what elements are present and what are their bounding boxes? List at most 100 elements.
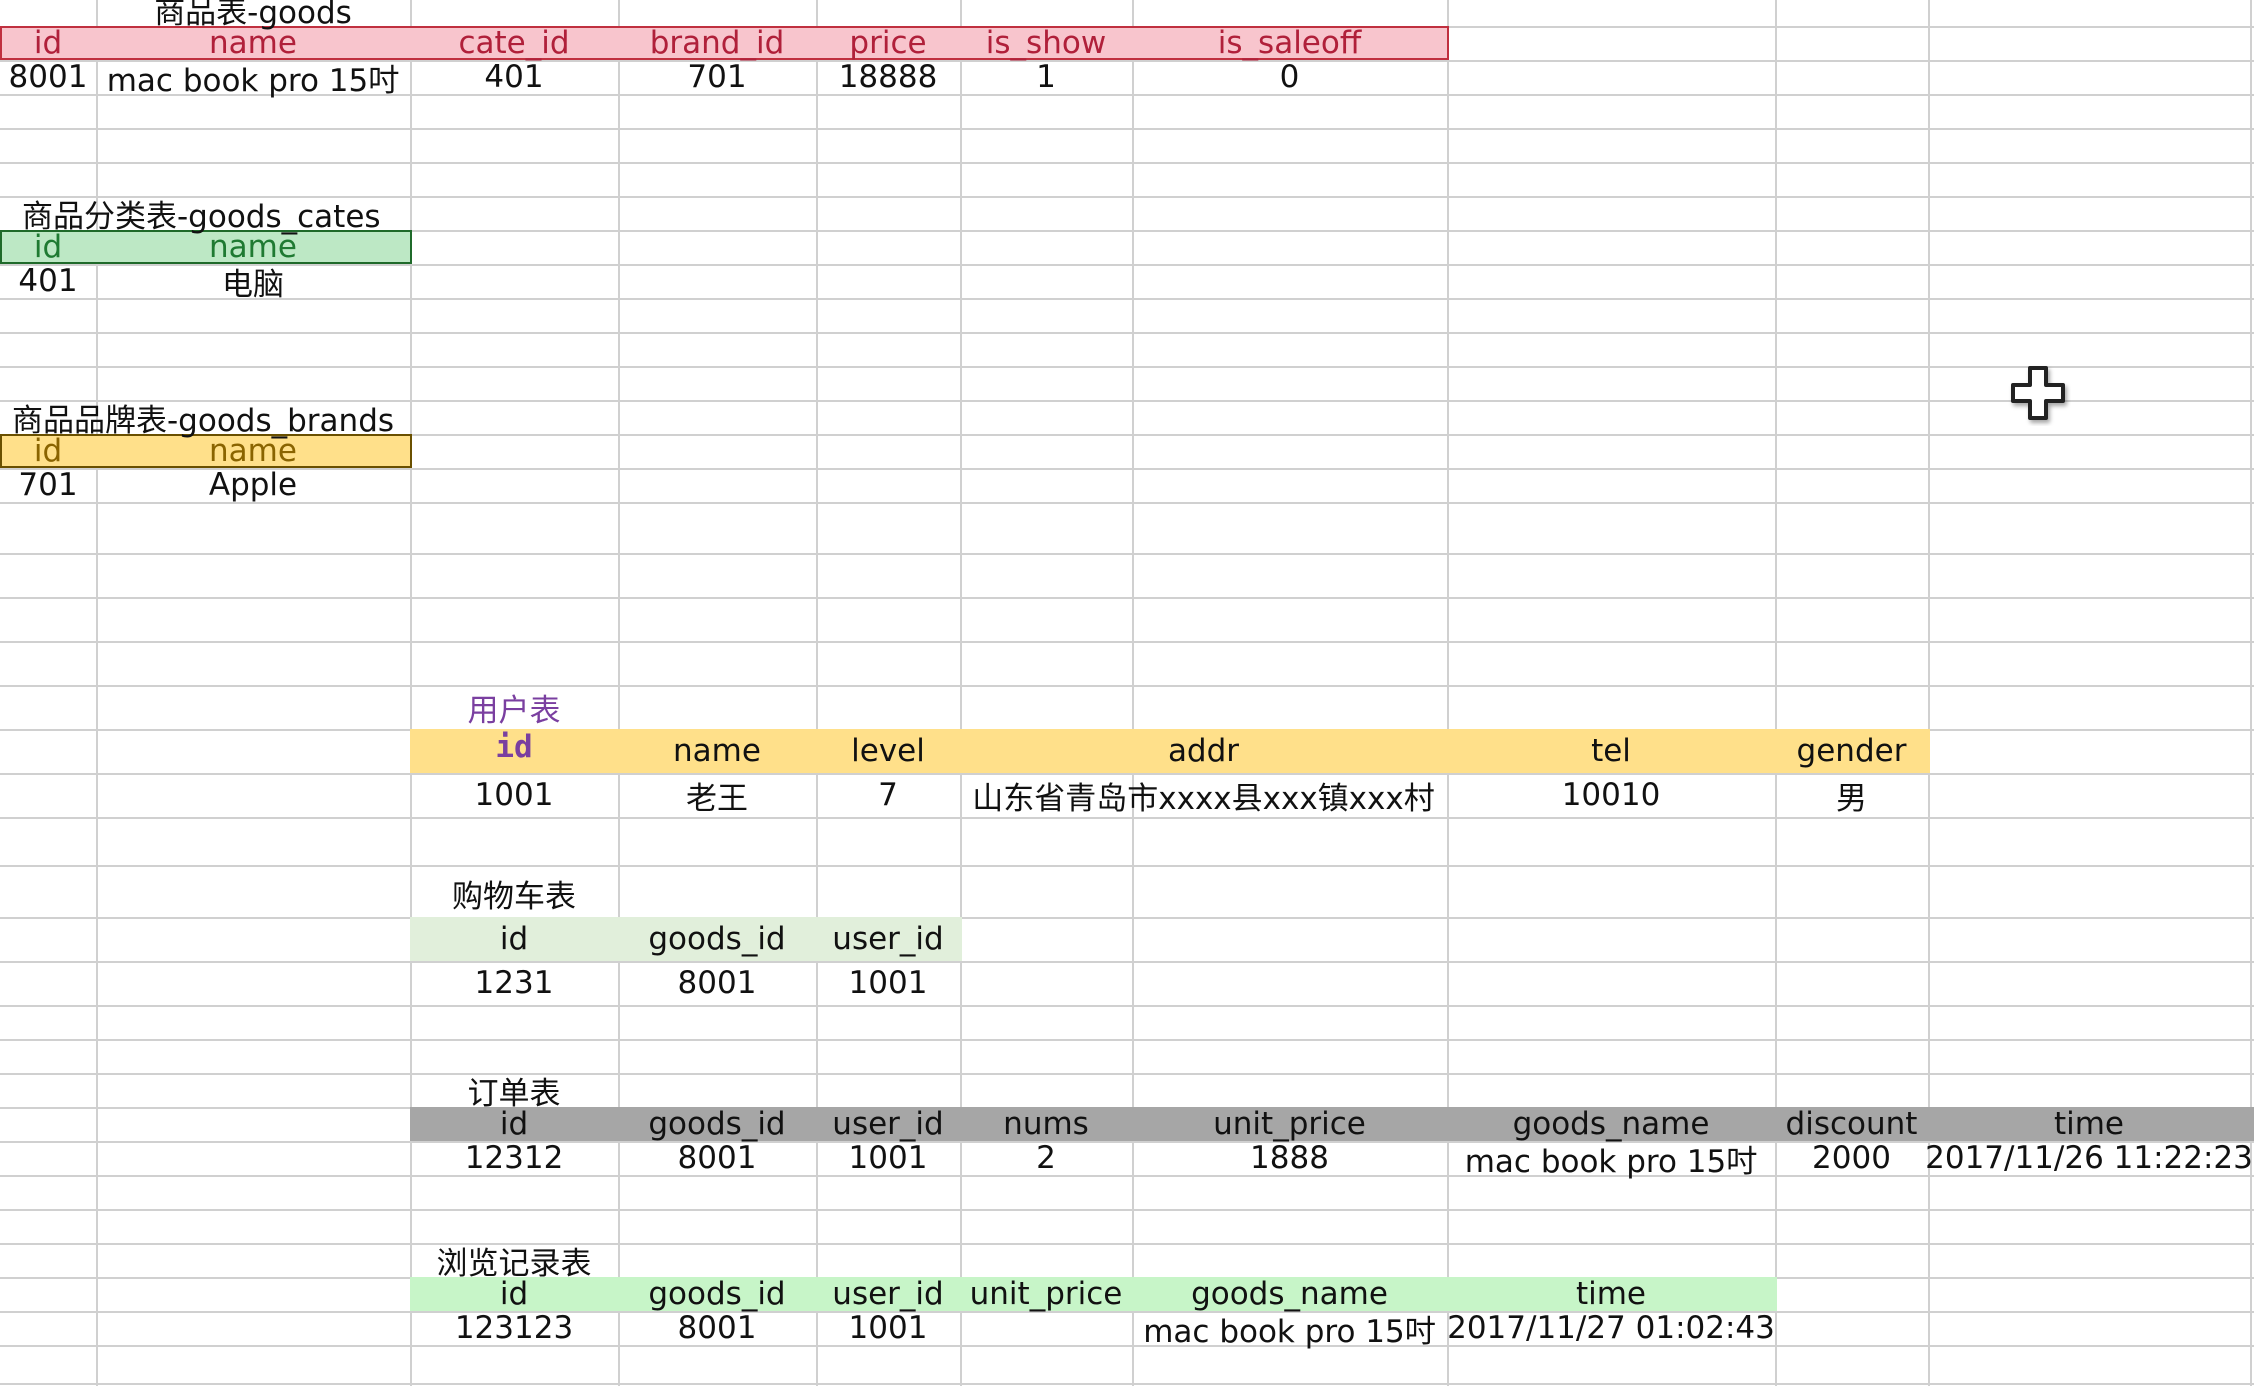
row-divider: [0, 1209, 2254, 1211]
users-cell-addr[interactable]: 山东省青岛市xxxx县xxx镇xxx村: [960, 773, 1447, 817]
cart-cell-id[interactable]: 1231: [410, 961, 618, 1005]
orders-cell-nums[interactable]: 2: [960, 1140, 1132, 1176]
goods-cell-name[interactable]: mac book pro 15吋: [96, 60, 410, 99]
cart-cell-goods-id[interactable]: 8001: [618, 961, 816, 1005]
goods-cell-is-show[interactable]: 1: [960, 59, 1132, 95]
goods-header-brand-id: brand_id: [649, 25, 785, 61]
column-divider: [960, 0, 962, 1386]
row-divider: [0, 1345, 2254, 1347]
column-divider: [618, 0, 620, 1386]
goods-cell-price[interactable]: 18888: [816, 59, 960, 95]
history-cell-time[interactable]: 2017/11/27 01:02:43: [1447, 1310, 1775, 1346]
goods-brands-cell-id[interactable]: 701: [0, 467, 96, 503]
orders-cell-discount[interactable]: 2000: [1775, 1140, 1928, 1176]
users-cell-gender[interactable]: 男: [1775, 773, 1928, 817]
column-divider: [816, 0, 818, 1386]
goods-brands-header-id: id: [33, 433, 63, 469]
goods-header-is-show: is_show: [985, 25, 1107, 61]
goods-header-cate-id: cate_id: [458, 25, 570, 61]
users-cell-id[interactable]: 1001: [410, 773, 618, 817]
users-cell-name[interactable]: 老王: [618, 773, 816, 817]
row-divider: [0, 865, 2254, 867]
row-divider: [0, 502, 2254, 504]
row-divider: [0, 961, 2254, 963]
goods-cell-cate-id[interactable]: 401: [410, 59, 618, 95]
orders-header-id: id: [499, 1106, 529, 1142]
users-header-gender: gender: [1796, 733, 1907, 769]
row-divider: [0, 162, 2254, 164]
goods-brands-header-name: name: [209, 433, 297, 469]
orders-header-user-id: user_id: [832, 1106, 944, 1142]
cart-header-goods-id: goods_id: [648, 921, 786, 957]
goods-cates-table-title: 商品分类表-goods_cates: [22, 198, 381, 235]
orders-cell-unit-price[interactable]: 1888: [1132, 1140, 1447, 1176]
history-cell-id[interactable]: 123123: [410, 1310, 618, 1346]
orders-cell-user-id[interactable]: 1001: [816, 1140, 960, 1176]
goods-header-id: id: [33, 25, 63, 61]
row-divider: [0, 917, 2254, 919]
history-cell-user-id[interactable]: 1001: [816, 1310, 960, 1346]
row-divider: [0, 641, 2254, 643]
column-divider: [2250, 0, 2252, 1386]
row-divider: [0, 553, 2254, 555]
users-cell-tel[interactable]: 10010: [1447, 773, 1775, 817]
row-divider: [0, 1073, 2254, 1075]
history-header-user-id: user_id: [832, 1276, 944, 1312]
cart-header-user-id: user_id: [832, 921, 944, 957]
history-header-id: id: [499, 1276, 529, 1312]
column-divider: [1447, 0, 1449, 1386]
users-cell-level[interactable]: 7: [816, 773, 960, 817]
history-header-goods-id: goods_id: [648, 1276, 786, 1312]
orders-header-time: time: [2053, 1106, 2125, 1142]
users-header-name: name: [673, 733, 761, 769]
goods-brands-cell-name[interactable]: Apple: [96, 467, 410, 503]
row-divider: [0, 1175, 2254, 1177]
row-divider: [0, 332, 2254, 334]
history-table-title: 浏览记录表: [436, 1245, 592, 1282]
orders-header-nums: nums: [1003, 1106, 1089, 1142]
goods-cell-is-saleoff[interactable]: 0: [1132, 59, 1447, 95]
cart-header-id: id: [499, 921, 529, 957]
cart-cell-user-id[interactable]: 1001: [816, 961, 960, 1005]
column-divider: [1928, 0, 1930, 1386]
orders-header-discount: discount: [1785, 1106, 1918, 1142]
orders-cell-goods-id[interactable]: 8001: [618, 1140, 816, 1176]
row-divider: [0, 597, 2254, 599]
orders-cell-id[interactable]: 12312: [410, 1140, 618, 1176]
history-cell-goods-id[interactable]: 8001: [618, 1310, 816, 1346]
goods-header-price: price: [849, 25, 927, 61]
history-cell-unit-price[interactable]: [960, 1311, 1132, 1345]
row-divider: [0, 366, 2254, 368]
orders-header-goods-id: goods_id: [648, 1106, 786, 1142]
goods-cell-brand-id[interactable]: 701: [618, 59, 816, 95]
row-divider: [0, 128, 2254, 130]
goods-brands-table-title: 商品品牌表-goods_brands: [12, 402, 395, 439]
goods-cates-header-id: id: [33, 229, 63, 265]
users-header-addr: addr: [1167, 733, 1240, 769]
goods-cell-id[interactable]: 8001: [0, 59, 96, 95]
row-divider: [0, 685, 2254, 687]
goods-table-title: 商品表-goods: [154, 0, 352, 31]
cart-table-title: 购物车表: [452, 878, 576, 915]
orders-header-unit-price: unit_price: [1213, 1106, 1366, 1142]
row-divider: [0, 1383, 2254, 1385]
goods-cates-cell-name[interactable]: 电脑: [96, 264, 410, 303]
history-header-time: time: [1575, 1276, 1647, 1312]
history-cell-goods-name[interactable]: mac book pro 15吋: [1132, 1311, 1447, 1350]
orders-cell-time[interactable]: 2017/11/26 11:22:23: [1925, 1140, 2253, 1176]
users-header-tel: tel: [1591, 733, 1631, 769]
orders-table-title: 订单表: [467, 1075, 561, 1112]
users-header-level: level: [851, 733, 925, 769]
row-divider: [0, 1243, 2254, 1245]
row-divider: [0, 298, 2254, 300]
orders-cell-goods-name[interactable]: mac book pro 15吋: [1447, 1141, 1775, 1180]
history-header-unit-price: unit_price: [969, 1276, 1123, 1312]
goods-cates-cell-id[interactable]: 401: [0, 263, 96, 299]
move-cross-icon: [2011, 366, 2065, 420]
spreadsheet-grid[interactable]: 商品表-goods id name cate_id brand_id price…: [0, 0, 2254, 1386]
column-divider: [1132, 0, 1134, 1386]
row-divider: [0, 1039, 2254, 1041]
row-divider: [0, 1005, 2254, 1007]
column-divider: [1775, 0, 1777, 1386]
goods-header-is-saleoff: is_saleoff: [1217, 25, 1362, 61]
